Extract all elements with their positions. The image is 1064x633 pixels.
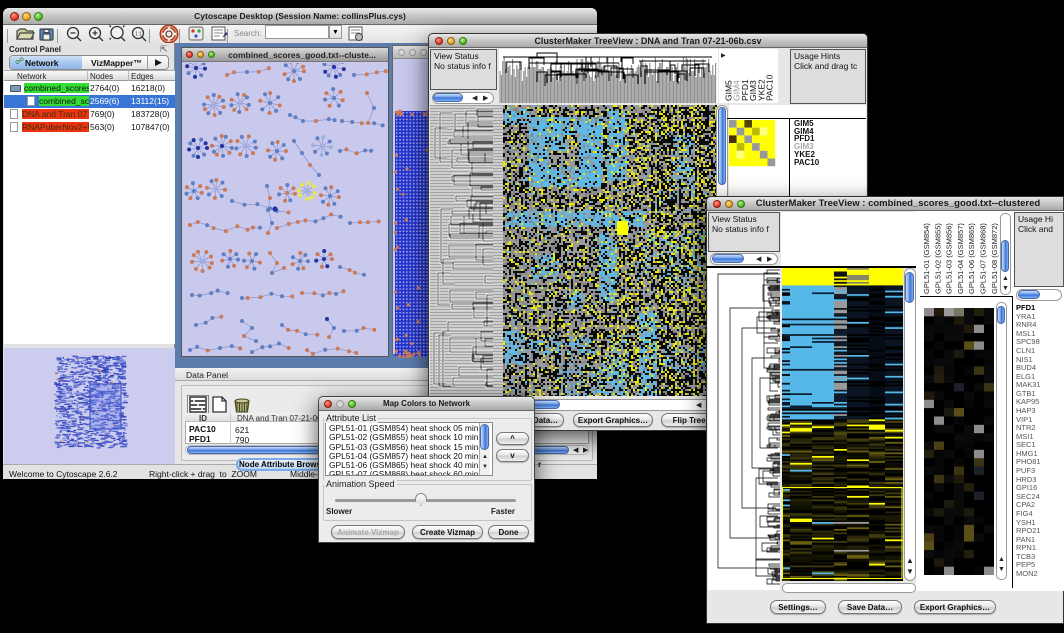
svg-text:1:1: 1:1 bbox=[135, 32, 142, 38]
svg-text:GPL51-04 (GSM857): GPL51-04 (GSM857) bbox=[956, 223, 965, 294]
svg-text:GPL51-06 (GSM865): GPL51-06 (GSM865) bbox=[967, 223, 976, 294]
svg-text:GPL51-01 (GSM854): GPL51-01 (GSM854) bbox=[922, 223, 931, 294]
svg-text:GPL51-03 (GSM856): GPL51-03 (GSM856) bbox=[945, 223, 954, 294]
svg-text:GPL51-07 (GSM868): GPL51-07 (GSM868) bbox=[979, 223, 988, 294]
svg-text:GPL51-08 (GSM872): GPL51-08 (GSM872) bbox=[990, 223, 999, 294]
svg-text:GPL51-02 (GSM855): GPL51-02 (GSM855) bbox=[933, 223, 942, 294]
svg-text:PAC10: PAC10 bbox=[765, 74, 775, 101]
